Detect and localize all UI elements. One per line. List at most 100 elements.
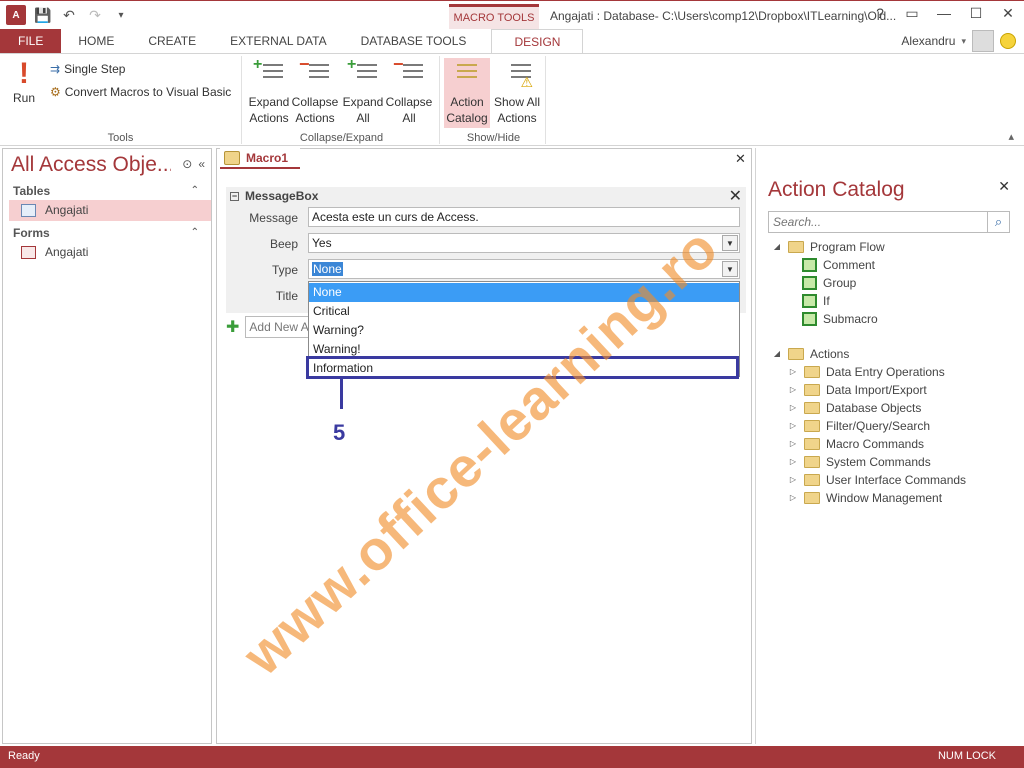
tab-create[interactable]: CREATE [131,29,213,53]
collapsed-arrow-icon[interactable]: ▷ [788,489,798,507]
add-new-action-combo[interactable]: Add New A [245,316,310,338]
arg-label-beep: Beep [269,237,298,251]
dropdown-option-warning-question[interactable]: Warning? [309,321,739,340]
collapsed-arrow-icon[interactable]: ▷ [788,381,798,399]
tab-external-data[interactable]: EXTERNAL DATA [213,29,343,53]
feedback-smiley-icon[interactable] [1000,33,1016,49]
close-catalog-icon[interactable]: ✕ [998,178,1010,195]
expand-actions-icon: + [253,57,285,90]
expand-actions-button[interactable]: + Expand Actions [246,57,292,128]
tab-database-tools[interactable]: DATABASE TOOLS [344,29,484,53]
undo-icon[interactable]: ↶ [60,7,78,24]
avatar[interactable] [972,30,994,52]
collapsed-arrow-icon[interactable]: ▷ [788,471,798,489]
folder-icon [804,384,820,396]
close-document-icon[interactable]: ✕ [735,151,746,167]
search-icon[interactable]: ⌕ [987,212,1009,232]
tree-item-database-objects[interactable]: ▷ Database Objects [788,399,921,417]
folder-icon [804,456,820,468]
user-name[interactable]: Alexandru [901,34,955,48]
expanded-arrow-icon[interactable]: ◢ [772,238,782,256]
run-button[interactable]: ! Run [2,58,46,128]
tab-design[interactable]: DESIGN [491,29,584,53]
convert-macros-button[interactable]: ⚙ Convert Macros to Visual Basic [50,85,231,99]
convert-label: Convert Macros to Visual Basic [64,85,232,99]
customize-qat-icon[interactable]: ▾ [112,10,130,21]
tree-item-ui-commands[interactable]: ▷ User Interface Commands [788,471,966,489]
close-icon[interactable]: ✕ [1000,5,1016,22]
expand-actions-label-2: Actions [249,111,289,125]
tree-item-data-entry[interactable]: ▷ Data Entry Operations [788,363,945,381]
expanded-arrow-icon[interactable]: ◢ [772,345,782,363]
redo-icon[interactable]: ↷ [86,7,104,24]
help-icon[interactable]: ? [872,5,888,22]
tree-node-actions[interactable]: ◢ Actions [772,345,849,363]
nav-menu-icon[interactable]: ⊙ [182,157,192,171]
chevron-down-icon[interactable]: ▼ [722,261,738,277]
show-all-actions-button[interactable]: ⚠ Show All Actions [492,58,542,128]
collapsed-arrow-icon[interactable]: ▷ [788,417,798,435]
nav-item-label: Angajati [45,245,89,259]
callout-highlight-box [306,356,739,379]
title-bar: A 💾 ↶ ↷ ▾ MACRO TOOLS Angajati : Databas… [0,0,1024,30]
collapse-actions-button[interactable]: − Collapse Actions [292,55,339,128]
nav-item-table-angajati[interactable]: Angajati [9,200,211,221]
tree-label: Submacro [823,312,878,326]
type-value: None [312,262,343,276]
nav-section-forms[interactable]: Forms ⌃ [7,223,207,243]
tab-home[interactable]: HOME [61,29,131,53]
search-input[interactable] [769,212,979,232]
tree-label: If [823,294,830,308]
dropdown-option-critical[interactable]: Critical [309,302,739,321]
minimize-icon[interactable]: — [936,5,952,22]
access-logo-icon[interactable]: A [6,5,26,25]
nav-pane-title[interactable]: All Access Obje... [11,153,171,177]
collapsed-arrow-icon[interactable]: ▷ [788,363,798,381]
single-step-button[interactable]: ⇉ Single Step [50,62,125,76]
collapse-all-button[interactable]: − Collapse All [386,55,433,128]
tree-item-system-commands[interactable]: ▷ System Commands [788,453,931,471]
chevron-down-icon[interactable]: ▼ [722,235,738,251]
group-label-collapse-expand: Collapse/Expand [299,132,384,144]
action-catalog-label-1: Action [450,95,484,109]
nav-item-form-angajati[interactable]: Angajati [9,242,211,263]
tree-item-submacro[interactable]: Submacro [802,310,878,328]
collapsed-arrow-icon[interactable]: ▷ [788,399,798,417]
shutter-bar-icon[interactable]: « [198,157,205,171]
message-field[interactable]: Acesta este un curs de Access. [308,207,740,227]
window-title: Angajati : Database- C:\Users\comp12\Dro… [550,9,897,23]
tree-item-if[interactable]: If [802,292,830,310]
folder-icon [804,474,820,486]
chevron-up-icon: ⌃ [190,227,199,238]
type-select[interactable]: None ▼ [308,259,740,279]
tree-item-window-management[interactable]: ▷ Window Management [788,489,942,507]
window-controls: ? ▭ — ☐ ✕ [872,5,1016,22]
tree-label: User Interface Commands [826,473,967,487]
delete-action-icon[interactable]: ✕ [729,186,742,206]
save-icon[interactable]: 💾 [34,7,52,24]
tab-file[interactable]: FILE [0,29,62,53]
document-tab-macro1[interactable]: Macro1 [220,148,300,169]
beep-select[interactable]: Yes ▼ [308,233,740,253]
action-catalog-button[interactable]: Action Catalog [444,58,490,128]
maximize-icon[interactable]: ☐ [968,5,984,22]
chevron-up-icon: ⌃ [190,185,199,196]
tree-item-data-import[interactable]: ▷ Data Import/Export [788,381,927,399]
collapsed-arrow-icon[interactable]: ▷ [788,453,798,471]
tree-node-program-flow[interactable]: ◢ Program Flow [772,238,885,256]
user-account[interactable]: Alexandru ▾ [901,29,1016,53]
ribbon-display-icon[interactable]: ▭ [904,5,920,22]
dropdown-option-none[interactable]: None [309,283,739,302]
group-label-show-hide: Show/Hide [466,132,521,144]
nav-section-tables[interactable]: Tables ⌃ [7,181,207,201]
tree-item-group[interactable]: Group [802,274,856,292]
collapse-ribbon-icon[interactable]: ▴ [1008,130,1014,143]
expand-all-button[interactable]: + Expand All [340,57,386,128]
tree-item-filter-query[interactable]: ▷ Filter/Query/Search [788,417,930,435]
tree-item-comment[interactable]: Comment [802,256,875,274]
collapse-action-icon[interactable]: − [230,191,239,201]
collapsed-arrow-icon[interactable]: ▷ [788,435,798,453]
user-dropdown-icon[interactable]: ▾ [961,36,966,47]
tree-label: Macro Commands [826,437,925,451]
tree-item-macro-commands[interactable]: ▷ Macro Commands [788,435,924,453]
